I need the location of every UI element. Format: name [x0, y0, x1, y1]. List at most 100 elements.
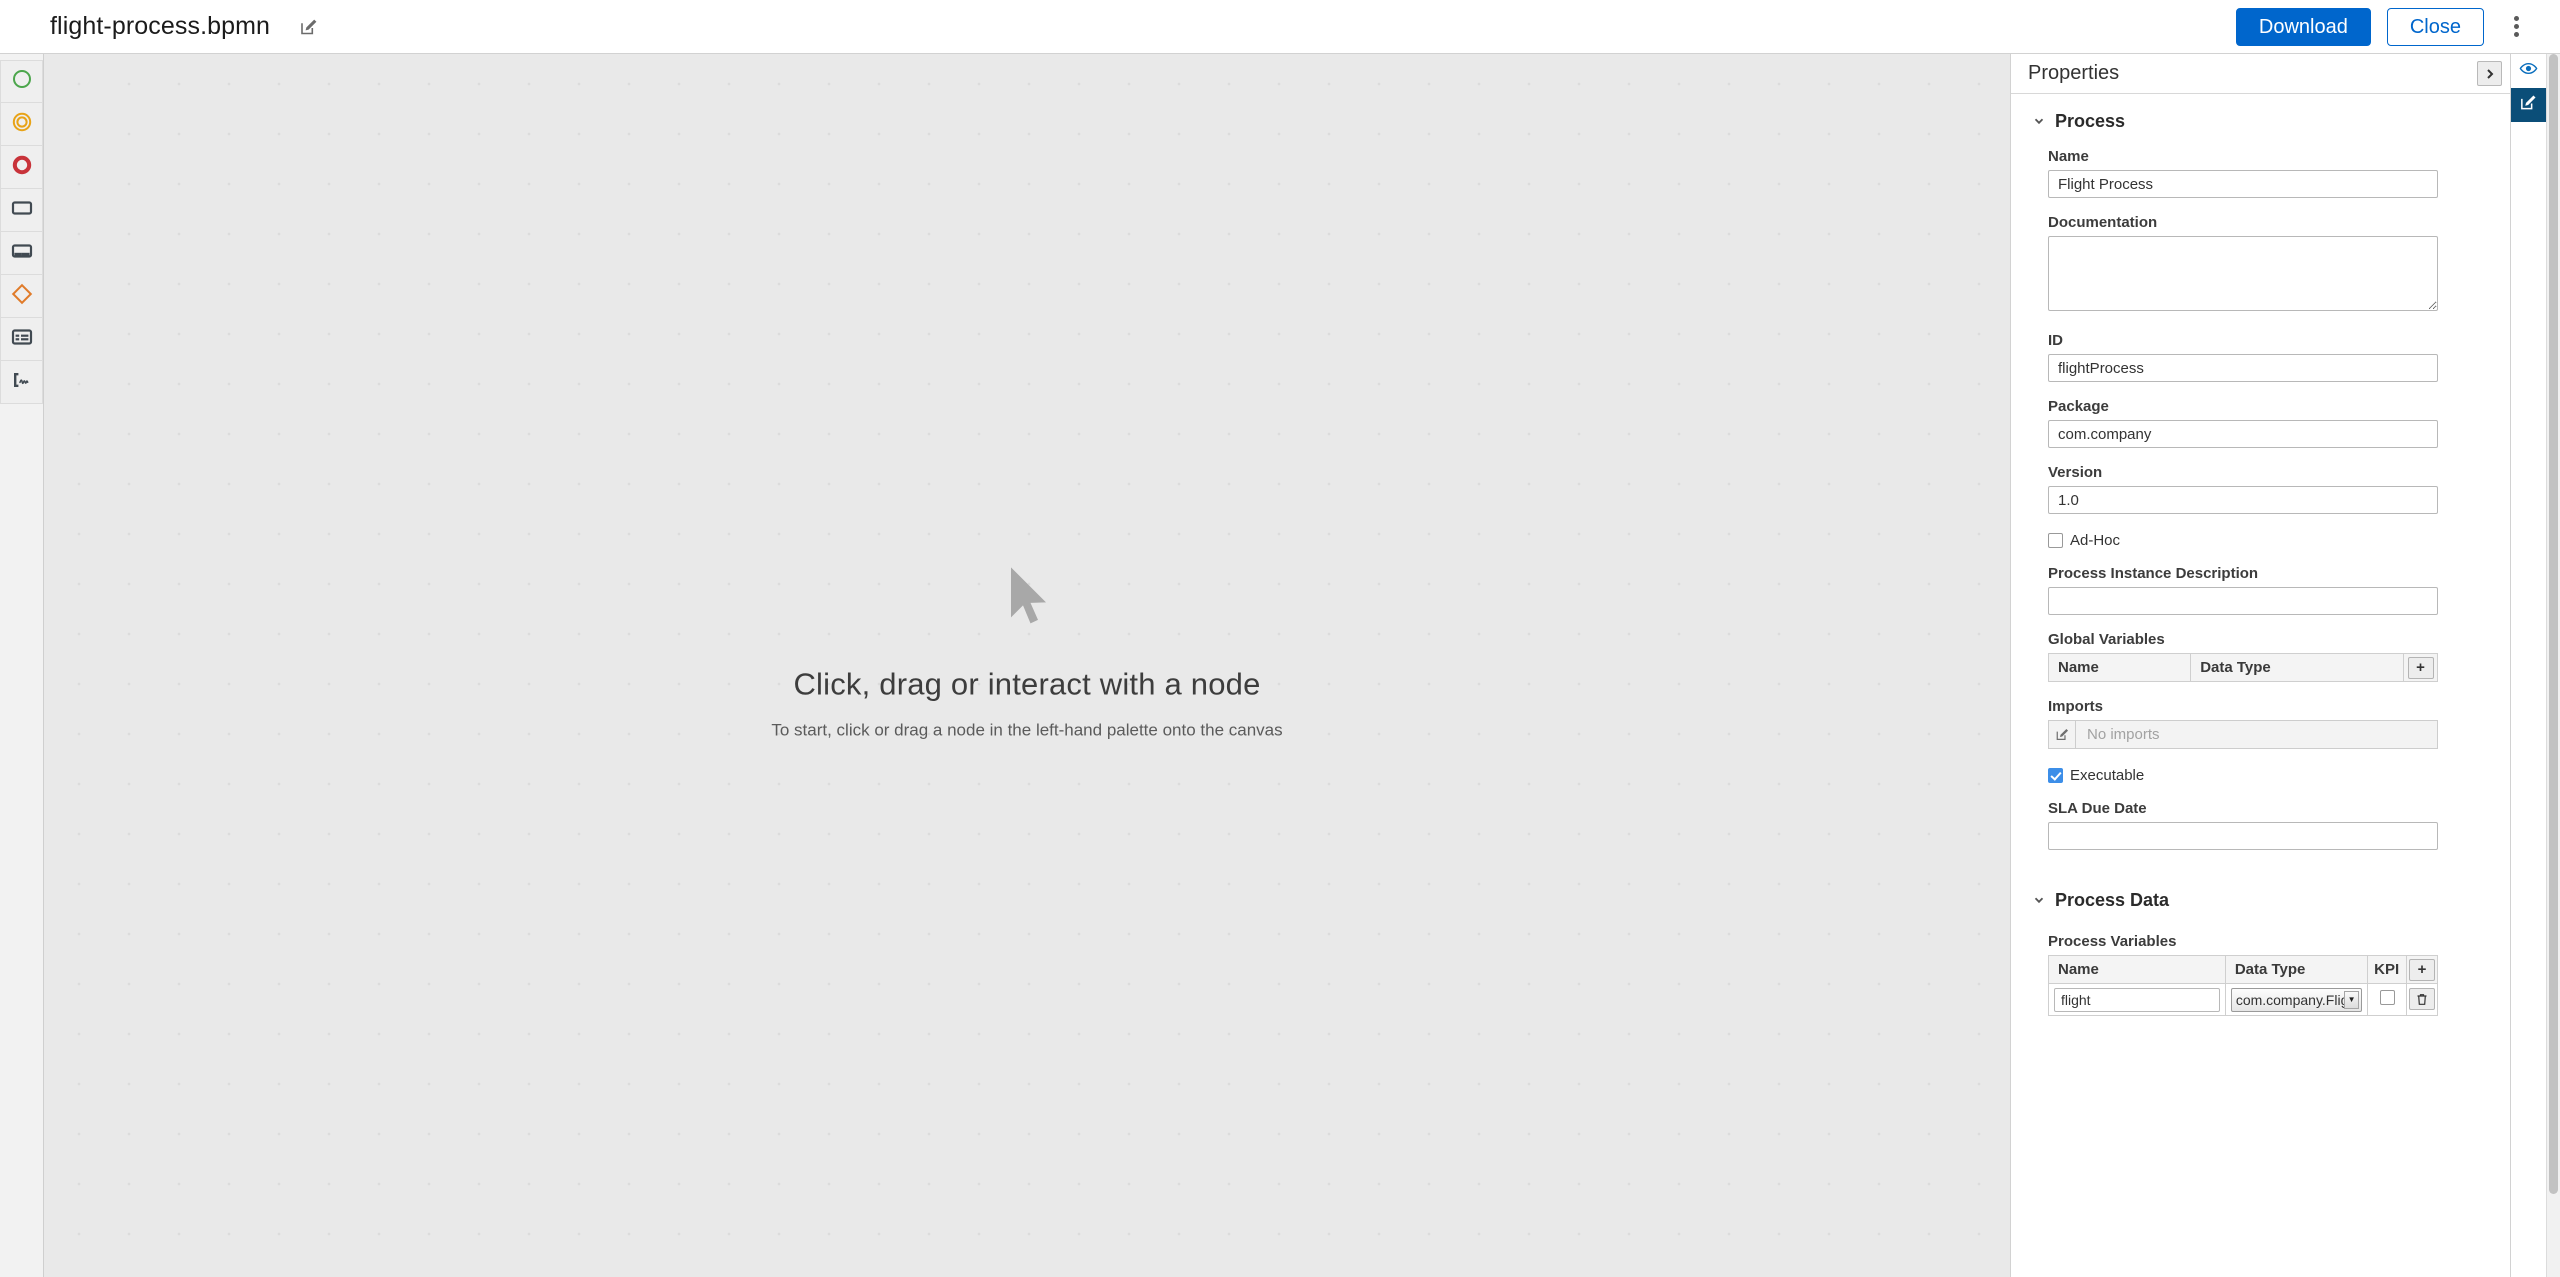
subprocess-icon	[10, 241, 34, 266]
palette-item-gateway[interactable]	[0, 275, 43, 318]
table-row: com.company.Flight ▼	[2048, 983, 2438, 1016]
palette-item-data-object[interactable]	[0, 318, 43, 361]
label-version: Version	[2048, 464, 2103, 481]
field-id: ID	[2011, 332, 2510, 382]
global-variables-table: Name Data Type +	[2048, 653, 2438, 682]
canvas-empty-state: Click, drag or interact with a node To s…	[44, 563, 2010, 740]
field-sla-due-date: SLA Due Date	[2011, 800, 2510, 850]
documentation-textarea[interactable]	[2048, 236, 2438, 311]
section-header-process[interactable]: Process	[2011, 94, 2510, 132]
properties-scroll-area[interactable]: Process Name Documentation ID Package	[2011, 94, 2510, 1277]
properties-header: Properties	[2011, 54, 2510, 94]
bpmn-editor-app: flight-process.bpmn Download Close Click…	[0, 0, 2560, 1277]
canvas-empty-title: Click, drag or interact with a node	[793, 665, 1261, 701]
package-input[interactable]	[2048, 420, 2438, 448]
field-documentation: Documentation	[2011, 214, 2510, 316]
adhoc-checkbox[interactable]	[2048, 533, 2063, 548]
cell-variable-kpi	[2367, 983, 2407, 1016]
palette-item-subprocess[interactable]	[0, 232, 43, 275]
close-button[interactable]: Close	[2386, 7, 2484, 46]
rectangle-icon	[10, 198, 34, 223]
label-executable: Executable	[2070, 767, 2145, 784]
label-id: ID	[2048, 332, 2063, 349]
palette-item-start-event[interactable]	[0, 60, 43, 103]
name-input[interactable]	[2048, 170, 2438, 198]
editor-body: Click, drag or interact with a node To s…	[0, 54, 2560, 1277]
page-scrollbar[interactable]	[2546, 54, 2560, 1277]
process-variables-table: Name Data Type KPI + flight com.company.…	[2048, 955, 2438, 1016]
right-icon-rail	[2510, 54, 2546, 1277]
scrollbar-thumb[interactable]	[2549, 54, 2558, 1194]
field-version: Version	[2011, 464, 2510, 514]
download-button[interactable]: Download	[2235, 7, 2371, 46]
column-header-name: Name	[2048, 955, 2226, 984]
cell-variable-actions	[2406, 983, 2438, 1016]
label-process-variables: Process Variables	[2048, 933, 2177, 950]
chevron-down-icon	[2033, 894, 2045, 908]
node-palette	[0, 54, 44, 1277]
add-global-variable-button[interactable]: +	[2407, 656, 2434, 679]
field-instance-description: Process Instance Description	[2011, 565, 2510, 615]
imports-placeholder: No imports	[2087, 726, 2160, 743]
palette-item-annotation[interactable]	[0, 361, 43, 404]
orange-diamond-icon	[10, 282, 34, 311]
label-imports: Imports	[2048, 698, 2104, 715]
label-global-variables: Global Variables	[2048, 631, 2165, 648]
field-imports: Imports No imports	[2011, 698, 2510, 749]
signature-icon	[10, 370, 34, 395]
field-adhoc: Ad-Hoc	[2011, 532, 2510, 549]
edit-pencil-icon[interactable]	[298, 16, 320, 38]
column-header-actions: +	[2403, 653, 2438, 682]
label-adhoc: Ad-Hoc	[2070, 532, 2121, 549]
variable-kpi-checkbox[interactable]	[2379, 989, 2395, 1005]
red-circle-icon	[11, 154, 33, 181]
sla-due-date-input[interactable]	[2048, 822, 2438, 850]
top-toolbar: flight-process.bpmn Download Close	[0, 0, 2560, 54]
palette-item-task[interactable]	[0, 189, 43, 232]
cell-variable-name	[2048, 983, 2226, 1016]
variable-data-type-select[interactable]: com.company.Flight	[2230, 987, 2363, 1012]
palette-item-end-event[interactable]	[0, 146, 43, 189]
bpmn-canvas[interactable]: Click, drag or interact with a node To s…	[44, 54, 2010, 1277]
more-vertical-icon[interactable]	[2498, 8, 2534, 46]
field-package: Package	[2011, 398, 2510, 448]
label-documentation: Documentation	[2048, 214, 2158, 231]
properties-title: Properties	[2028, 62, 2120, 84]
column-header-actions: +	[2406, 955, 2438, 984]
field-name: Name	[2011, 148, 2510, 198]
chevron-right-icon[interactable]	[2477, 61, 2502, 86]
field-global-variables: Global Variables Name Data Type +	[2011, 631, 2510, 682]
green-circle-icon	[11, 68, 33, 95]
column-header-data-type: Data Type	[2190, 653, 2404, 682]
label-sla-due-date: SLA Due Date	[2048, 800, 2147, 817]
rail-item-edit-properties[interactable]	[2511, 88, 2546, 122]
palette-item-intermediate-event[interactable]	[0, 103, 43, 146]
table-header-row: Name Data Type +	[2048, 653, 2438, 682]
column-header-data-type: Data Type	[2225, 955, 2369, 984]
page-title: flight-process.bpmn	[50, 12, 271, 40]
imports-control: No imports	[2048, 720, 2438, 749]
rail-item-preview[interactable]	[2511, 54, 2546, 88]
section-header-process-data[interactable]: Process Data	[2011, 850, 2510, 911]
data-type-select-wrapper: com.company.Flight ▼	[2230, 987, 2363, 1012]
variable-name-input[interactable]	[2054, 987, 2220, 1012]
edit-pencil-icon[interactable]	[2049, 721, 2076, 748]
eye-icon	[2519, 59, 2538, 83]
id-input[interactable]	[2048, 354, 2438, 382]
field-executable: Executable	[2011, 767, 2510, 784]
instance-description-input[interactable]	[2048, 587, 2438, 615]
trash-icon[interactable]	[2409, 988, 2435, 1011]
label-package: Package	[2048, 398, 2109, 415]
orange-double-circle-icon	[11, 111, 33, 138]
chevron-down-icon	[2033, 115, 2045, 129]
column-header-kpi: KPI	[2367, 955, 2407, 984]
table-header-row: Name Data Type KPI +	[2048, 955, 2438, 984]
executable-checkbox[interactable]	[2048, 768, 2063, 783]
add-process-variable-button[interactable]: +	[2409, 958, 2435, 981]
version-input[interactable]	[2048, 486, 2438, 514]
properties-panel: Properties Process Name Flight Process D…	[2010, 54, 2510, 1277]
table-form-icon	[10, 327, 34, 352]
canvas-empty-subtitle: To start, click or drag a node in the le…	[771, 719, 1283, 739]
label-name: Name	[2048, 148, 2089, 165]
column-header-name: Name	[2048, 653, 2192, 682]
